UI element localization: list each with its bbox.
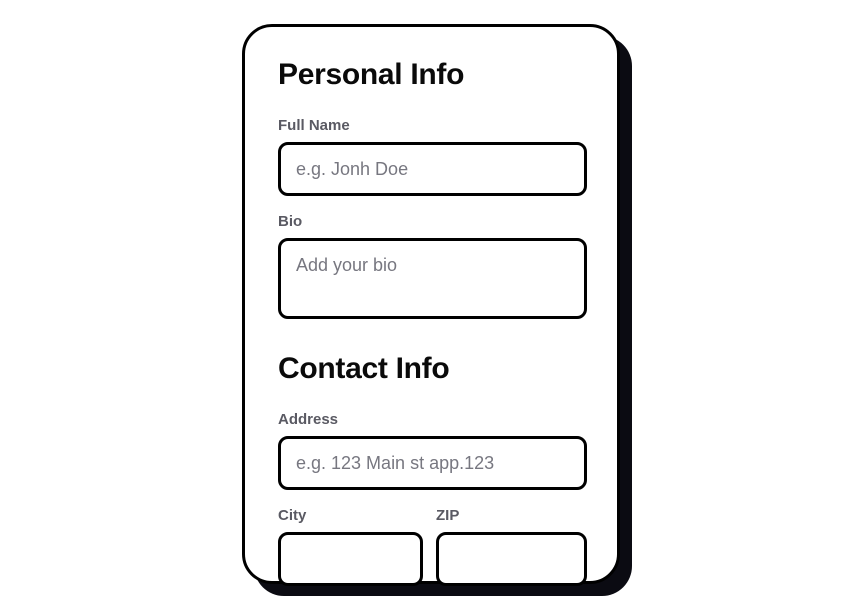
bio-label: Bio (278, 213, 303, 230)
form-card: Personal Info Full Name Bio Contact Info… (242, 24, 620, 586)
zip-input[interactable] (436, 532, 587, 586)
city-input[interactable] (278, 532, 423, 586)
zip-label: ZIP (436, 507, 460, 524)
personal-info-heading: Personal Info (278, 58, 465, 91)
bio-textarea[interactable] (278, 238, 587, 319)
form-card-wrapper: Personal Info Full Name Bio Contact Info… (242, 24, 632, 596)
city-label: City (278, 507, 307, 524)
full-name-input[interactable] (278, 142, 587, 196)
address-input[interactable] (278, 436, 587, 490)
full-name-label: Full Name (278, 117, 350, 134)
address-label: Address (278, 411, 339, 428)
contact-info-heading: Contact Info (278, 352, 450, 385)
